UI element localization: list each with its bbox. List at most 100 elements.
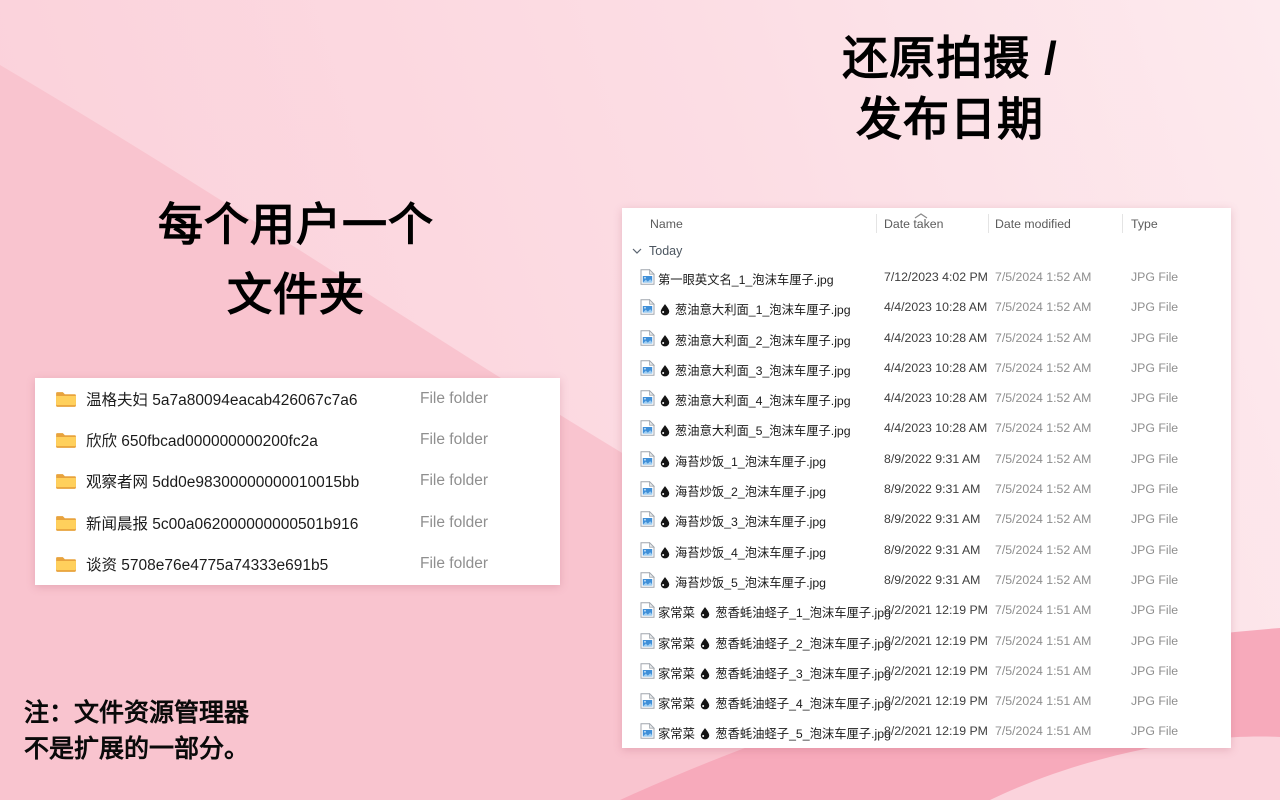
file-type: JPG File [1131,482,1178,496]
image-file-icon [640,723,655,739]
file-name: 海苔炒饭_4_泡沫车厘子.jpg [658,543,826,561]
file-date-modified: 7/5/2024 1:52 AM [995,543,1091,557]
footnote: 注：文件资源管理器 不是扩展的一部分。 [24,696,249,767]
folder-row[interactable]: 欣欣 650fbcad000000000200fc2a File folder [35,419,560,460]
file-date-modified: 7/5/2024 1:52 AM [995,421,1091,435]
droplet-icon [659,546,671,559]
folder-name: 新闻晨报 5c00a062000000000501b916 [86,512,358,534]
file-date-modified: 7/5/2024 1:52 AM [995,452,1091,466]
file-type: JPG File [1131,694,1178,708]
droplet-icon [659,394,671,407]
left-heading-line2: 文件夹 [66,260,526,330]
file-row[interactable]: 葱油意大利面_5_泡沫车厘子.jpg 4/4/2023 10:28 AM 7/5… [622,413,1231,443]
column-header-type[interactable]: Type [1131,217,1158,231]
file-row[interactable]: 葱油意大利面_3_泡沫车厘子.jpg 4/4/2023 10:28 AM 7/5… [622,353,1231,383]
folder-name: 温格夫妇 5a7a80094eacab426067c7a6 [86,388,357,410]
file-row[interactable]: 葱油意大利面_2_泡沫车厘子.jpg 4/4/2023 10:28 AM 7/5… [622,323,1231,353]
file-date-modified: 7/5/2024 1:52 AM [995,512,1091,526]
file-row[interactable]: 家常菜 葱香蚝油蛏子_1_泡沫车厘子.jpg 8/2/2021 12:19 PM… [622,595,1231,625]
folder-row[interactable]: 观察者网 5dd0e98300000000010015bb File folde… [35,461,560,502]
file-row[interactable]: 海苔炒饭_1_泡沫车厘子.jpg 8/9/2022 9:31 AM 7/5/20… [622,444,1231,474]
image-file-icon [640,390,655,406]
file-type: JPG File [1131,270,1178,284]
chevron-down-icon[interactable] [631,245,643,255]
folder-type-label: File folder [420,555,488,573]
image-file-icon [640,269,655,285]
file-date-taken: 8/2/2021 12:19 PM [884,603,988,617]
droplet-icon [699,667,711,680]
group-header-today[interactable]: Today [622,240,1231,262]
file-name: 葱油意大利面_5_泡沫车厘子.jpg [658,421,851,439]
file-type: JPG File [1131,331,1178,345]
folder-type-label: File folder [420,514,488,532]
folder-name: 观察者网 5dd0e98300000000010015bb [86,470,359,492]
file-name: 海苔炒饭_2_泡沫车厘子.jpg [658,482,826,500]
file-type: JPG File [1131,300,1178,314]
droplet-icon [699,727,711,740]
file-date-taken: 4/4/2023 10:28 AM [884,391,987,405]
file-row[interactable]: 家常菜 葱香蚝油蛏子_2_泡沫车厘子.jpg 8/2/2021 12:19 PM… [622,626,1231,656]
sort-ascending-icon[interactable] [914,208,928,214]
folder-row[interactable]: 新闻晨报 5c00a062000000000501b916 File folde… [35,502,560,543]
file-date-modified: 7/5/2024 1:51 AM [995,724,1091,738]
file-row[interactable]: 海苔炒饭_2_泡沫车厘子.jpg 8/9/2022 9:31 AM 7/5/20… [622,474,1231,504]
file-type: JPG File [1131,421,1178,435]
file-name: 第一眼英文名_1_泡沫车厘子.jpg [658,270,834,288]
file-row[interactable]: 葱油意大利面_1_泡沫车厘子.jpg 4/4/2023 10:28 AM 7/5… [622,292,1231,322]
file-date-modified: 7/5/2024 1:52 AM [995,391,1091,405]
droplet-icon [659,485,671,498]
image-file-icon [640,481,655,497]
file-row[interactable]: 海苔炒饭_5_泡沫车厘子.jpg 8/9/2022 9:31 AM 7/5/20… [622,565,1231,595]
slide-title-line2: 发布日期 [710,89,1190,150]
file-date-taken: 8/9/2022 9:31 AM [884,512,980,526]
file-date-taken: 4/4/2023 10:28 AM [884,331,987,345]
file-row[interactable]: 海苔炒饭_4_泡沫车厘子.jpg 8/9/2022 9:31 AM 7/5/20… [622,535,1231,565]
folder-icon [55,555,77,573]
file-date-modified: 7/5/2024 1:52 AM [995,361,1091,375]
file-date-taken: 8/2/2021 12:19 PM [884,634,988,648]
file-row[interactable]: 第一眼英文名_1_泡沫车厘子.jpg 7/12/2023 4:02 PM 7/5… [622,262,1231,292]
image-file-icon [640,330,655,346]
image-file-icon [640,693,655,709]
file-date-modified: 7/5/2024 1:52 AM [995,573,1091,587]
left-heading: 每个用户一个 文件夹 [66,190,526,330]
file-name: 葱油意大利面_1_泡沫车厘子.jpg [658,300,851,318]
image-file-icon [640,602,655,618]
file-date-taken: 8/9/2022 9:31 AM [884,482,980,496]
droplet-icon [659,515,671,528]
image-file-icon [640,572,655,588]
droplet-icon [659,455,671,468]
left-heading-line1: 每个用户一个 [66,190,526,260]
folder-list: 温格夫妇 5a7a80094eacab426067c7a6 File folde… [35,378,560,585]
file-row[interactable]: 家常菜 葱香蚝油蛏子_5_泡沫车厘子.jpg 8/2/2021 12:19 PM… [622,716,1231,746]
file-row[interactable]: 海苔炒饭_3_泡沫车厘子.jpg 8/9/2022 9:31 AM 7/5/20… [622,504,1231,534]
folder-row[interactable]: 温格夫妇 5a7a80094eacab426067c7a6 File folde… [35,378,560,419]
file-name: 家常菜 葱香蚝油蛏子_4_泡沫车厘子.jpg [658,694,891,712]
file-date-taken: 4/4/2023 10:28 AM [884,361,987,375]
file-type: JPG File [1131,603,1178,617]
droplet-icon [699,637,711,650]
file-date-modified: 7/5/2024 1:51 AM [995,634,1091,648]
file-row[interactable]: 家常菜 葱香蚝油蛏子_3_泡沫车厘子.jpg 8/2/2021 12:19 PM… [622,656,1231,686]
footnote-line2: 不是扩展的一部分。 [24,732,249,768]
file-name: 海苔炒饭_5_泡沫车厘子.jpg [658,573,826,591]
file-name: 家常菜 葱香蚝油蛏子_1_泡沫车厘子.jpg [658,603,891,621]
file-row[interactable]: 家常菜 葱香蚝油蛏子_4_泡沫车厘子.jpg 8/2/2021 12:19 PM… [622,686,1231,716]
file-row[interactable]: 葱油意大利面_4_泡沫车厘子.jpg 4/4/2023 10:28 AM 7/5… [622,383,1231,413]
file-type: JPG File [1131,724,1178,738]
column-header-date-modified[interactable]: Date modified [995,217,1071,231]
file-type: JPG File [1131,391,1178,405]
file-date-modified: 7/5/2024 1:51 AM [995,694,1091,708]
file-date-taken: 8/2/2021 12:19 PM [884,664,988,678]
slide-title-line1: 还原拍摄 / [710,28,1190,89]
folders-panel: 温格夫妇 5a7a80094eacab426067c7a6 File folde… [35,378,560,585]
file-name: 海苔炒饭_1_泡沫车厘子.jpg [658,452,826,470]
file-date-taken: 8/2/2021 12:19 PM [884,724,988,738]
folder-type-label: File folder [420,431,488,449]
column-header-name[interactable]: Name [650,217,683,231]
column-header-date-taken[interactable]: Date taken [884,217,943,231]
image-file-icon [640,511,655,527]
file-date-modified: 7/5/2024 1:51 AM [995,603,1091,617]
folder-row[interactable]: 谈资 5708e76e4775a74333e691b5 File folder [35,544,560,585]
file-date-taken: 4/4/2023 10:28 AM [884,300,987,314]
